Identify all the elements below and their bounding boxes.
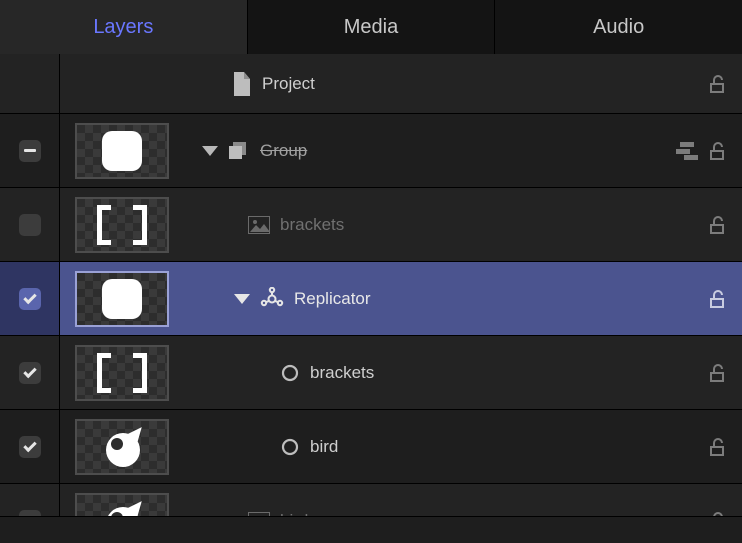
layer-row-brackets[interactable]: brackets [0, 188, 742, 262]
checkmark-icon [23, 290, 36, 303]
isolate-icon[interactable] [676, 142, 698, 160]
tab-bar: Layers Media Audio [0, 0, 742, 54]
disclosure-triangle[interactable] [234, 294, 250, 304]
lock-icon[interactable] [706, 140, 728, 162]
replicator-icon [260, 287, 284, 311]
thumbnail-cell [60, 188, 184, 261]
tab-media[interactable]: Media [248, 0, 496, 54]
group-stack-icon [228, 141, 250, 161]
dash-icon [24, 149, 36, 152]
thumbnail[interactable] [75, 419, 169, 475]
brackets-label: brackets [280, 215, 344, 235]
thumbnail[interactable] [75, 345, 169, 401]
visibility-cell [0, 410, 60, 483]
tab-layers[interactable]: Layers [0, 0, 248, 54]
lock-icon[interactable] [706, 214, 728, 236]
lock-icon[interactable] [706, 362, 728, 384]
visibility-mixed[interactable] [19, 140, 41, 162]
layer-row-rep-brackets[interactable]: brackets [0, 336, 742, 410]
file-icon [232, 72, 252, 96]
project-label: Project [262, 74, 315, 94]
lock-icon[interactable] [706, 436, 728, 458]
visibility-cell [0, 188, 60, 261]
rep-bird-label: bird [310, 437, 338, 457]
thumbnail[interactable] [75, 271, 169, 327]
visibility-cell [0, 114, 60, 187]
layer-row-group[interactable]: Group [0, 114, 742, 188]
image-icon [248, 216, 270, 234]
lock-icon[interactable] [706, 288, 728, 310]
layer-row-rep-bird[interactable]: bird [0, 410, 742, 484]
group-label: Group [260, 141, 307, 161]
checkmark-icon [23, 438, 36, 451]
disclosure-triangle[interactable] [202, 146, 218, 156]
tab-media-label: Media [344, 16, 398, 39]
cell-icon [280, 363, 300, 383]
visibility-checkbox[interactable] [19, 288, 41, 310]
lock-icon[interactable] [706, 73, 728, 95]
visibility-cell [0, 336, 60, 409]
visibility-cell [0, 262, 60, 335]
visibility-cell [0, 54, 60, 113]
thumbnail-cell [60, 410, 184, 483]
tab-audio[interactable]: Audio [495, 0, 742, 54]
replicator-label: Replicator [294, 289, 371, 309]
visibility-checkbox[interactable] [19, 436, 41, 458]
thumbnail[interactable] [75, 197, 169, 253]
layers-panel: { "tabs": { "layers": "Layers", "media":… [0, 0, 742, 543]
tab-audio-label: Audio [593, 16, 644, 39]
panel-footer [0, 516, 742, 543]
checkmark-icon [23, 364, 36, 377]
thumbnail-cell [60, 336, 184, 409]
thumbnail[interactable] [75, 123, 169, 179]
layer-row-replicator[interactable]: Replicator [0, 262, 742, 336]
rep-brackets-label: brackets [310, 363, 374, 383]
visibility-checkbox[interactable] [19, 362, 41, 384]
thumbnail-cell [60, 114, 184, 187]
visibility-checkbox[interactable] [19, 214, 41, 236]
tab-layers-label: Layers [93, 16, 153, 39]
thumbnail-cell [60, 262, 184, 335]
thumbnail-cell [60, 54, 184, 113]
layer-row-project[interactable]: Project [0, 54, 742, 114]
cell-icon [280, 437, 300, 457]
